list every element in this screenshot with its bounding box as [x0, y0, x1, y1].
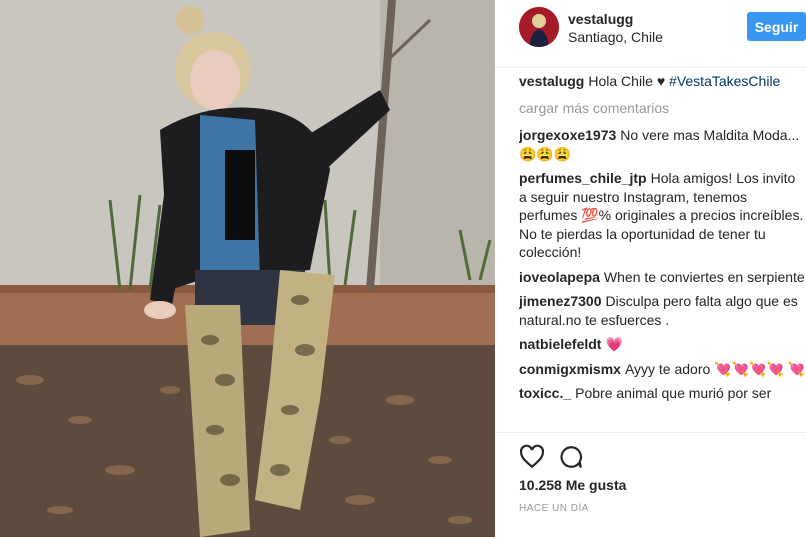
comment-username[interactable]: jorgexoxe1973 [519, 127, 616, 143]
like-count[interactable]: 10.258 Me gusta [519, 477, 626, 493]
comment-username[interactable]: natbielefeldt [519, 336, 601, 352]
comments-list[interactable]: vestalugg Hola Chile ♥ #VestaTakesChile c… [519, 72, 806, 430]
instagram-post: vestalugg Santiago, Chile Seguir vestalu… [0, 0, 806, 537]
comment-text: Ayyy te adoro 💘💘💘💘 💘 [624, 360, 806, 377]
load-more-comments-link[interactable]: cargar más comentarios [519, 99, 806, 118]
heart-icon[interactable] [519, 444, 545, 470]
follow-button[interactable]: Seguir [747, 12, 806, 41]
comment-item: jorgexoxe1973 No vere mas Maldita Moda...… [519, 126, 806, 163]
header-location[interactable]: Santiago, Chile [568, 29, 663, 45]
caption-username[interactable]: vestalugg [519, 73, 584, 89]
comment-text: 💗 [605, 336, 623, 352]
comment-text: Pobre animal que murió por ser [575, 385, 772, 401]
header-username[interactable]: vestalugg [568, 11, 633, 27]
post-actions: 10.258 Me gusta HACE UN DÍA [495, 432, 806, 538]
comment-item: ioveolapepa When te conviertes en serpien… [519, 268, 806, 287]
comment-item: jimenez7300 Disculpa pero falta algo que … [519, 292, 806, 329]
comment-item: natbielefeldt 💗 [519, 335, 806, 354]
comment-username[interactable]: ioveolapepa [519, 269, 600, 285]
post-photo[interactable] [0, 0, 495, 537]
avatar[interactable] [519, 7, 559, 47]
comment-username[interactable]: perfumes_chile_jtp [519, 170, 647, 186]
comment-username[interactable]: toxicc._ [519, 385, 571, 401]
caption-text: Hola Chile ♥ [588, 73, 670, 89]
caption: vestalugg Hola Chile ♥ #VestaTakesChile [519, 72, 806, 91]
post-details-panel: vestalugg Santiago, Chile Seguir vestalu… [495, 0, 806, 537]
comment-item: perfumes_chile_jtp Hola amigos! Los invit… [519, 169, 806, 262]
avatar-image [519, 7, 559, 47]
comment-item: toxicc._ Pobre animal que murió por ser [519, 384, 806, 403]
caption-hashtag[interactable]: #VestaTakesChile [669, 73, 780, 89]
post-timestamp[interactable]: HACE UN DÍA [519, 503, 589, 514]
comment-text: When te conviertes en serpiente [603, 268, 805, 285]
post-photo-image [0, 0, 495, 537]
post-header: vestalugg Santiago, Chile Seguir [495, 0, 806, 68]
comment-icon[interactable] [558, 444, 584, 470]
comment-username[interactable]: jimenez7300 [519, 293, 602, 309]
comment-username[interactable]: conmigxmismx [519, 361, 621, 377]
comment-item: conmigxmismx Ayyy te adoro 💘💘💘💘 💘 [519, 360, 806, 379]
